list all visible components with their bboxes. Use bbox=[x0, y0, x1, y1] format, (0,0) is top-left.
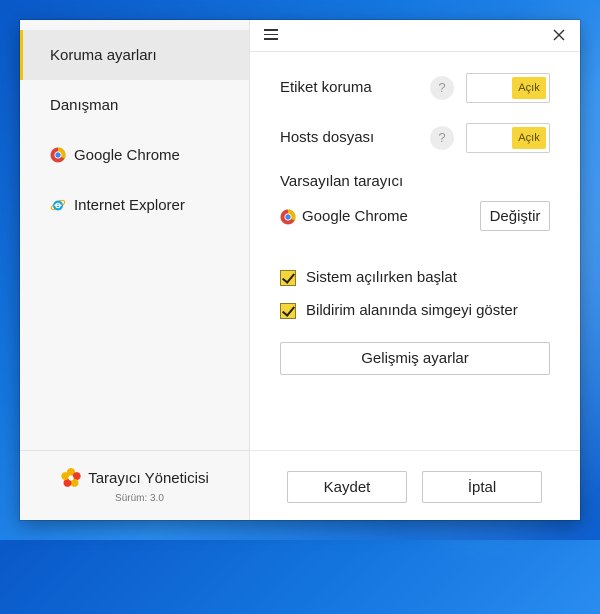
default-browser-name: Google Chrome bbox=[302, 208, 408, 225]
toggle-on-indicator: Açık bbox=[512, 77, 546, 99]
label-protection-label: Etiket koruma bbox=[280, 79, 372, 96]
title-bar bbox=[250, 20, 580, 52]
sidebar: Koruma ayarları Danışman Google Chrome I… bbox=[20, 20, 250, 520]
checkbox-checked[interactable] bbox=[280, 302, 296, 319]
default-browser-value: Google Chrome bbox=[280, 208, 408, 225]
brand: Tarayıcı Yöneticisi bbox=[60, 467, 209, 489]
start-on-boot-checkbox[interactable]: Sistem açılırken başlat bbox=[280, 269, 457, 286]
checkbox-label: Sistem açılırken başlat bbox=[306, 269, 457, 286]
advanced-settings-button[interactable]: Gelişmiş ayarlar bbox=[280, 342, 550, 375]
sidebar-item-protection-settings[interactable]: Koruma ayarları bbox=[20, 30, 249, 80]
show-tray-icon-checkbox[interactable]: Bildirim alanında simgeyi göster bbox=[280, 302, 518, 319]
cancel-button[interactable]: İptal bbox=[422, 471, 542, 503]
change-browser-button[interactable]: Değiştir bbox=[480, 201, 550, 231]
save-button[interactable]: Kaydet bbox=[287, 471, 407, 503]
help-icon[interactable]: ? bbox=[430, 126, 454, 150]
version-label: Sürüm: 3.0 bbox=[115, 493, 164, 504]
checkbox-checked[interactable] bbox=[280, 269, 296, 286]
sidebar-footer: Tarayıcı Yöneticisi Sürüm: 3.0 bbox=[20, 450, 249, 520]
hamburger-menu-icon[interactable] bbox=[264, 29, 278, 41]
close-icon[interactable] bbox=[552, 28, 566, 42]
app-window: Koruma ayarları Danışman Google Chrome I… bbox=[20, 20, 580, 520]
sidebar-item-advisor[interactable]: Danışman bbox=[20, 80, 249, 130]
sidebar-item-internet-explorer[interactable]: Internet Explorer bbox=[20, 180, 249, 230]
brand-name: Tarayıcı Yöneticisi bbox=[88, 469, 209, 487]
default-browser-label: Varsayılan tarayıcı bbox=[280, 173, 404, 190]
sidebar-item-label: Google Chrome bbox=[74, 146, 180, 164]
checkbox-label: Bildirim alanında simgeyi göster bbox=[306, 302, 518, 319]
chrome-icon bbox=[50, 147, 66, 163]
sidebar-item-label: Internet Explorer bbox=[74, 196, 185, 214]
sidebar-item-label: Koruma ayarları bbox=[50, 46, 157, 64]
yandex-flower-icon bbox=[61, 468, 81, 487]
footer: Kaydet İptal bbox=[250, 450, 580, 520]
label-protection-toggle[interactable]: Açık bbox=[466, 73, 550, 103]
toggle-on-indicator: Açık bbox=[512, 127, 546, 149]
hosts-file-toggle[interactable]: Açık bbox=[466, 123, 550, 153]
sidebar-item-label: Danışman bbox=[50, 96, 119, 114]
help-icon[interactable]: ? bbox=[430, 76, 454, 100]
sidebar-item-google-chrome[interactable]: Google Chrome bbox=[20, 130, 249, 180]
hosts-file-label: Hosts dosyası bbox=[280, 129, 375, 146]
chrome-icon bbox=[280, 208, 296, 224]
ie-icon bbox=[50, 199, 66, 211]
main-panel: Etiket koruma ? Açık Hosts dosyası ? Açı… bbox=[250, 20, 580, 520]
